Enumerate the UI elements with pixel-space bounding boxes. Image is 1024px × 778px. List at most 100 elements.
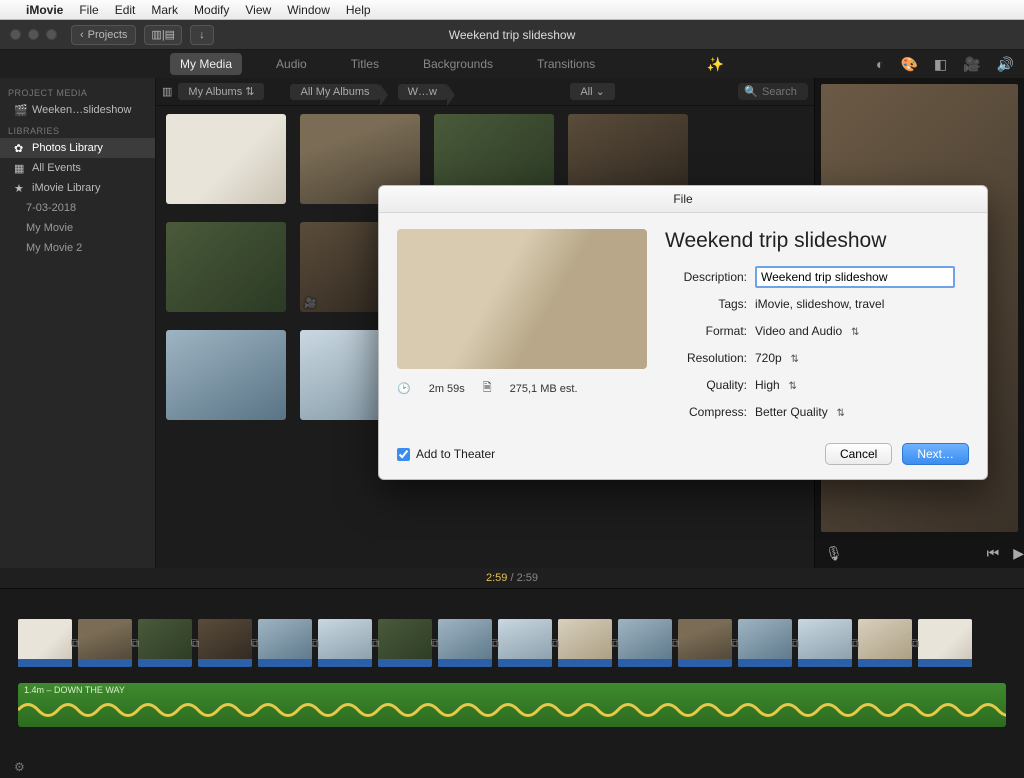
crop-icon[interactable]: ◧ — [934, 56, 947, 73]
timeline-clip[interactable] — [858, 619, 912, 667]
stepper-arrows-icon: ⇅ — [848, 327, 859, 338]
tags-field[interactable]: iMovie, slideshow, travel — [755, 297, 884, 311]
color-correction-icon[interactable]: 🎨 — [900, 56, 917, 73]
transition-icon[interactable]: ⧉ — [666, 619, 684, 667]
audio-track-label: 1.4m – DOWN THE WAY — [24, 685, 125, 695]
timeline-clip[interactable] — [438, 619, 492, 667]
play-button[interactable]: ▶ — [1013, 545, 1024, 562]
filter-popup[interactable]: All ⌄ — [570, 83, 615, 100]
menu-window[interactable]: Window — [287, 3, 330, 17]
timeline[interactable]: ⧉ ⧉ ⧉ ⧉ ⧉ ⧉ ⧉ ⧉ ⧉ ⧉ ⧉ — [0, 588, 1024, 778]
sidebar-project-label: Weeken…slideshow — [32, 104, 131, 116]
transition-icon[interactable]: ⧉ — [846, 619, 864, 667]
menu-mark[interactable]: Mark — [151, 3, 178, 17]
tab-my-media[interactable]: My Media — [170, 53, 242, 75]
format-popup[interactable]: Video and Audio ⇅ — [755, 324, 859, 338]
tab-audio[interactable]: Audio — [266, 53, 317, 75]
search-field[interactable] — [762, 86, 802, 98]
project-media-header: PROJECT MEDIA — [0, 82, 155, 100]
prev-clip-button[interactable]: ⏮ — [987, 545, 1000, 562]
menu-view[interactable]: View — [245, 3, 271, 17]
zoom-window-button[interactable] — [46, 29, 57, 40]
menu-file[interactable]: File — [79, 3, 98, 17]
transition-icon[interactable]: ⧉ — [906, 619, 924, 667]
breadcrumb-current-album[interactable]: W…w — [398, 84, 447, 100]
window-titlebar: ‹ Projects ▥|▤ ↓ Weekend trip slideshow — [0, 20, 1024, 50]
background-audio-track[interactable]: 1.4m – DOWN THE WAY — [18, 683, 1006, 727]
video-settings-icon[interactable]: 🎥 — [963, 56, 980, 73]
add-to-theater-input[interactable] — [397, 448, 410, 461]
timeline-clip[interactable] — [18, 619, 72, 667]
microphone-icon[interactable]: 🎙 — [825, 545, 843, 562]
quality-label: Quality: — [665, 378, 747, 392]
sidebar-item-my-movie-2[interactable]: My Movie 2 — [0, 238, 155, 258]
audio-settings-icon[interactable]: 🔊 — [997, 56, 1014, 73]
transition-icon[interactable]: ⧉ — [366, 619, 384, 667]
transition-icon[interactable]: ⧉ — [486, 619, 504, 667]
transition-icon[interactable]: ⧉ — [126, 619, 144, 667]
sidebar-item-imovie-library[interactable]: ★ iMovie Library — [0, 178, 155, 198]
menu-edit[interactable]: Edit — [115, 3, 136, 17]
add-to-theater-checkbox[interactable]: Add to Theater — [397, 447, 495, 461]
library-layout-toggle[interactable]: ▥|▤ — [144, 25, 182, 45]
timeline-settings-icon[interactable]: ⚙ — [14, 760, 25, 774]
app-menu[interactable]: iMovie — [26, 3, 63, 17]
import-button[interactable]: ↓ — [190, 25, 214, 45]
resolution-popup[interactable]: 720p ⇅ — [755, 351, 799, 365]
transition-icon[interactable]: ⧉ — [246, 619, 264, 667]
timeline-clip[interactable] — [378, 619, 432, 667]
timeline-clip[interactable] — [678, 619, 732, 667]
search-input[interactable]: 🔍 — [738, 83, 808, 100]
media-thumbnail[interactable] — [166, 114, 286, 204]
checkbox-label: Add to Theater — [416, 447, 495, 461]
timeline-clip[interactable] — [198, 619, 252, 667]
media-thumbnail[interactable] — [166, 222, 286, 312]
compress-label: Compress: — [665, 405, 747, 419]
description-field[interactable] — [755, 266, 955, 288]
transition-icon[interactable]: ⧉ — [786, 619, 804, 667]
sidebar-project-media-item[interactable]: 🎬 Weeken…slideshow — [0, 100, 155, 120]
timeline-clip[interactable] — [258, 619, 312, 667]
menu-help[interactable]: Help — [346, 3, 371, 17]
tab-transitions[interactable]: Transitions — [527, 53, 605, 75]
sidebar-item-all-events[interactable]: ▦ All Events — [0, 158, 155, 178]
transition-icon[interactable]: ⧉ — [606, 619, 624, 667]
next-button[interactable]: Next… — [902, 443, 969, 465]
cancel-button[interactable]: Cancel — [825, 443, 892, 465]
layout-toggle-icon[interactable]: ▥ — [162, 85, 172, 98]
enhance-icon[interactable]: ✨ — [707, 56, 724, 73]
transition-icon[interactable]: ⧉ — [186, 619, 204, 667]
photos-flower-icon: ✿ — [14, 142, 26, 154]
sidebar-item-photos-library[interactable]: ✿ Photos Library — [0, 138, 155, 158]
timeline-clip[interactable] — [618, 619, 672, 667]
timeline-clip[interactable] — [138, 619, 192, 667]
timeline-clip[interactable] — [318, 619, 372, 667]
timeline-clip[interactable] — [738, 619, 792, 667]
tab-backgrounds[interactable]: Backgrounds — [413, 53, 503, 75]
transition-icon[interactable]: ⧉ — [426, 619, 444, 667]
transition-icon[interactable]: ⧉ — [306, 619, 324, 667]
transition-icon[interactable]: ⧉ — [726, 619, 744, 667]
minimize-window-button[interactable] — [28, 29, 39, 40]
sidebar-item-my-movie[interactable]: My Movie — [0, 218, 155, 238]
media-thumbnail[interactable] — [166, 330, 286, 420]
breadcrumb-all-albums[interactable]: All My Albums — [290, 84, 379, 100]
tab-titles[interactable]: Titles — [341, 53, 389, 75]
export-duration: 2m 59s — [429, 383, 465, 395]
compress-popup[interactable]: Better Quality ⇅ — [755, 405, 845, 419]
close-window-button[interactable] — [10, 29, 21, 40]
menu-modify[interactable]: Modify — [194, 3, 229, 17]
quality-popup[interactable]: High ⇅ — [755, 378, 797, 392]
album-picker[interactable]: My Albums ⇅ — [178, 83, 264, 100]
video-track[interactable]: ⧉ ⧉ ⧉ ⧉ ⧉ ⧉ ⧉ ⧉ ⧉ ⧉ ⧉ — [0, 619, 1024, 679]
transition-icon[interactable]: ⧉ — [546, 619, 564, 667]
timeline-clip[interactable] — [78, 619, 132, 667]
timeline-clip[interactable] — [798, 619, 852, 667]
timeline-clip[interactable] — [498, 619, 552, 667]
timeline-clip[interactable] — [558, 619, 612, 667]
transition-icon[interactable]: ⧉ — [66, 619, 84, 667]
color-balance-icon[interactable]: ◐ — [876, 56, 884, 73]
timeline-clip[interactable] — [918, 619, 972, 667]
back-to-projects-button[interactable]: ‹ Projects — [71, 25, 136, 45]
sidebar-item-event-date[interactable]: 7-03-2018 — [0, 198, 155, 218]
